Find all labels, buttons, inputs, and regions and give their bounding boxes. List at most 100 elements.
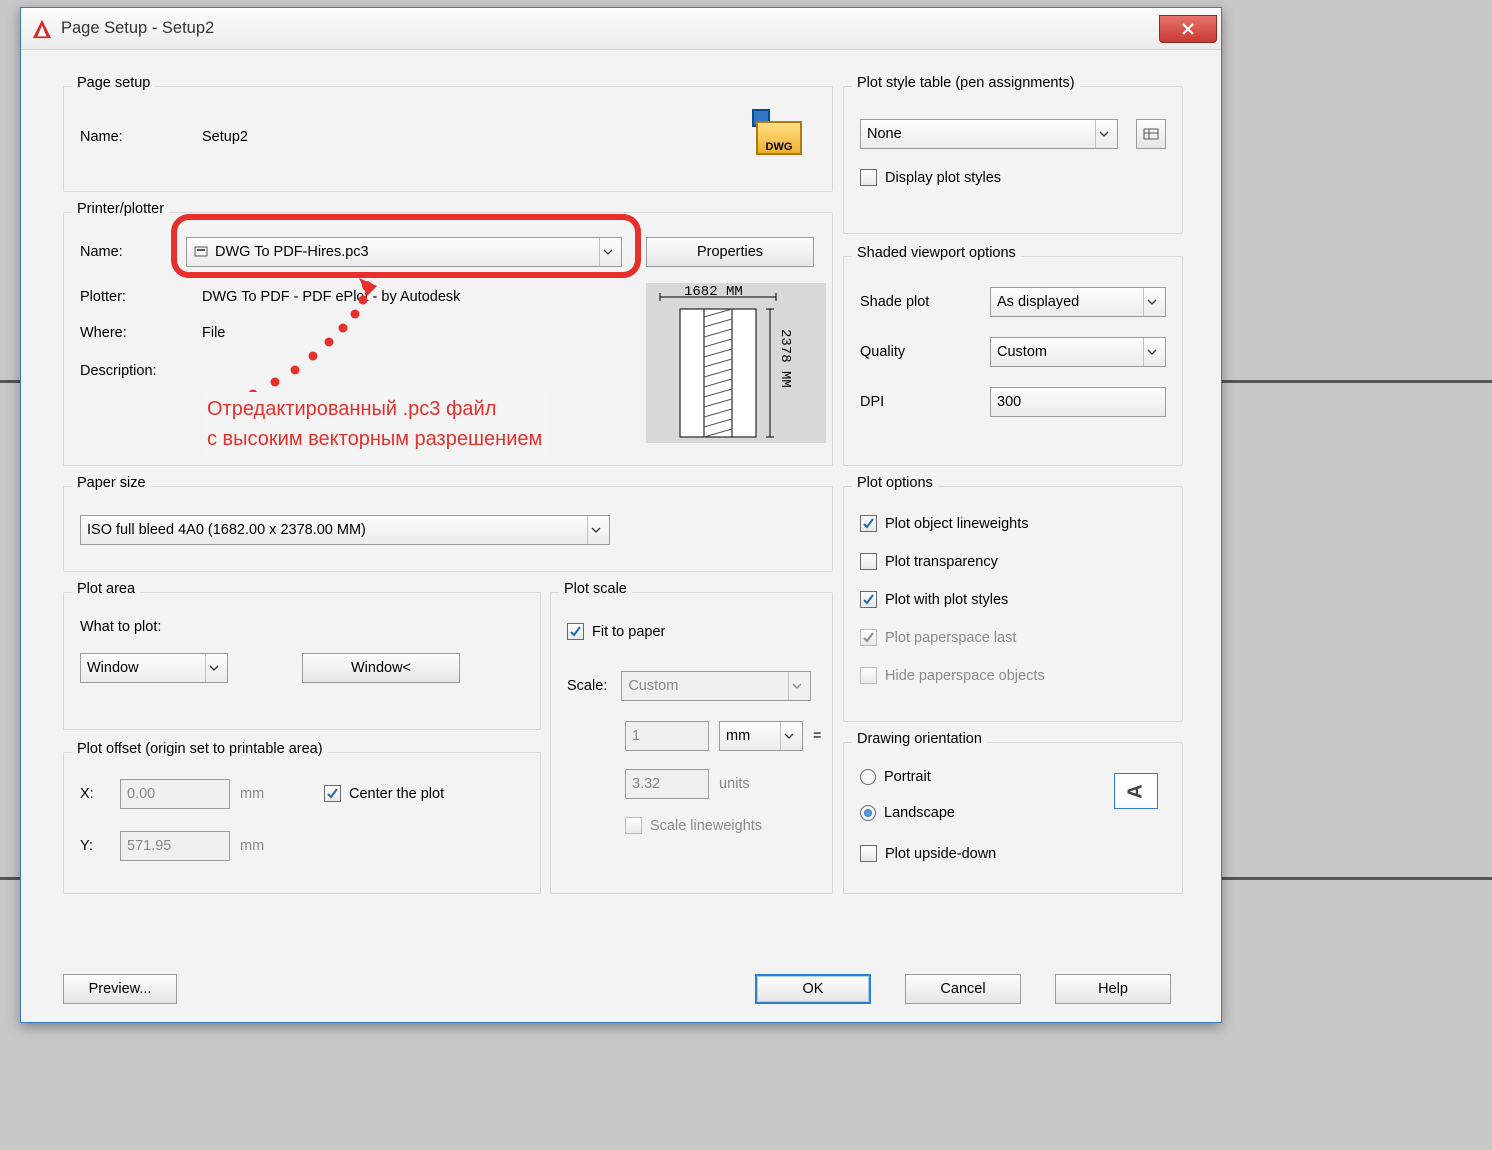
landscape-radio[interactable]: Landscape — [860, 805, 955, 821]
paper-preview: 1682 MM 2378 MM — [646, 283, 826, 443]
plot-with-styles-checkbox[interactable]: Plot with plot styles — [860, 591, 1008, 608]
ok-button[interactable]: OK — [755, 974, 871, 1004]
legend-plot-offset: Plot offset (origin set to printable are… — [72, 741, 328, 757]
what-to-plot-combo[interactable]: Window — [80, 653, 228, 683]
scale-lineweights-checkbox[interactable]: Scale lineweights — [625, 817, 762, 834]
close-button[interactable] — [1159, 15, 1217, 43]
legend-paper-size: Paper size — [72, 475, 151, 491]
dpi-label: DPI — [860, 394, 980, 410]
legend-plot-style: Plot style table (pen assignments) — [852, 75, 1080, 91]
plot-transparency-checkbox[interactable]: Plot transparency — [860, 553, 998, 570]
window-pick-button[interactable]: Window< — [302, 653, 460, 683]
scale-unit-combo[interactable]: mm — [719, 721, 803, 751]
edit-plot-style-button[interactable] — [1136, 119, 1166, 149]
upside-down-checkbox[interactable]: Plot upside-down — [860, 845, 996, 862]
legend-page-setup: Page setup — [72, 75, 155, 91]
plot-paperspace-last-checkbox: Plot paperspace last — [860, 629, 1016, 646]
group-plot-scale: Plot scale Fit to paper Scale: Custom 1 … — [550, 592, 833, 894]
group-plot-options: Plot options Plot object lineweights Plo… — [843, 486, 1183, 722]
scale-denominator-input[interactable]: 3.32 — [625, 769, 709, 799]
printer-name-value: DWG To PDF-Hires.pc3 — [215, 244, 369, 260]
window-title: Page Setup - Setup2 — [61, 19, 214, 38]
page-setup-name-value: Setup2 — [202, 129, 248, 145]
group-drawing-orientation: Drawing orientation Portrait Landscape P… — [843, 742, 1183, 894]
legend-orientation: Drawing orientation — [852, 731, 987, 747]
cancel-button[interactable]: Cancel — [905, 974, 1021, 1004]
group-page-setup: Page setup Name: Setup2 DWG — [63, 86, 833, 192]
paper-width-label: 1682 MM — [684, 284, 743, 300]
portrait-radio[interactable]: Portrait — [860, 769, 931, 785]
shade-plot-label: Shade plot — [860, 294, 980, 310]
caret-down-icon — [603, 249, 613, 255]
paper-height-label: 2378 MM — [777, 329, 793, 388]
page-setup-name-label: Name: — [80, 129, 192, 145]
display-plot-styles-checkbox[interactable]: Display plot styles — [860, 169, 1001, 186]
app-icon — [31, 18, 53, 40]
paper-size-value: ISO full bleed 4A0 (1682.00 x 2378.00 MM… — [87, 522, 366, 538]
legend-plot-scale: Plot scale — [559, 581, 632, 597]
quality-value: Custom — [997, 344, 1047, 360]
display-plot-styles-label: Display plot styles — [885, 170, 1001, 186]
printer-name-combo[interactable]: DWG To PDF-Hires.pc3 — [186, 237, 622, 267]
caret-down-icon — [784, 733, 794, 739]
offset-x-input[interactable]: 0.00 — [120, 779, 230, 809]
legend-shaded-viewport: Shaded viewport options — [852, 245, 1021, 261]
dpi-input[interactable]: 300 — [990, 387, 1166, 417]
preview-button[interactable]: Preview... — [63, 974, 177, 1004]
scale-label: Scale: — [567, 678, 607, 694]
caret-down-icon — [209, 665, 219, 671]
scale-denominator-unit: units — [719, 776, 750, 792]
legend-plot-area: Plot area — [72, 581, 140, 597]
plotter-icon — [193, 244, 209, 260]
plot-style-value: None — [867, 126, 902, 142]
group-paper-size: Paper size ISO full bleed 4A0 (1682.00 x… — [63, 486, 833, 572]
table-icon — [1143, 126, 1159, 142]
fit-to-paper-checkbox[interactable]: Fit to paper — [567, 623, 665, 640]
where-label: Where: — [80, 325, 192, 341]
portrait-label: Portrait — [884, 769, 931, 785]
shade-plot-value: As displayed — [997, 294, 1079, 310]
plot-style-combo[interactable]: None — [860, 119, 1118, 149]
group-plot-offset: Plot offset (origin set to printable are… — [63, 752, 541, 894]
what-to-plot-label: What to plot: — [80, 619, 161, 635]
help-button[interactable]: Help — [1055, 974, 1171, 1004]
where-value: File — [202, 325, 225, 341]
close-icon — [1180, 21, 1196, 37]
scale-equals: = — [813, 728, 821, 744]
plotter-label: Plotter: — [80, 289, 192, 305]
scale-unit-value: mm — [726, 728, 750, 744]
plot-lineweights-checkbox[interactable]: Plot object lineweights — [860, 515, 1028, 532]
quality-label: Quality — [860, 344, 980, 360]
center-the-plot-label: Center the plot — [349, 786, 444, 802]
properties-button[interactable]: Properties — [646, 237, 814, 267]
plotter-value: DWG To PDF - PDF ePlot - by Autodesk — [202, 289, 460, 305]
shade-plot-combo[interactable]: As displayed — [990, 287, 1166, 317]
dwg-icon: DWG — [756, 113, 802, 159]
annotation-text: Отредактированный .pc3 файл с высоким ве… — [203, 392, 546, 456]
offset-y-unit: mm — [240, 838, 264, 854]
orientation-icon: A — [1114, 773, 1158, 809]
group-plot-style-table: Plot style table (pen assignments) None … — [843, 86, 1183, 234]
caret-down-icon — [1147, 349, 1157, 355]
quality-combo[interactable]: Custom — [990, 337, 1166, 367]
plot-with-styles-label: Plot with plot styles — [885, 592, 1008, 608]
hide-paperspace-label: Hide paperspace objects — [885, 668, 1045, 684]
group-plot-area: Plot area What to plot: Window Window< — [63, 592, 541, 730]
center-the-plot-checkbox[interactable]: Center the plot — [324, 785, 444, 802]
scale-combo[interactable]: Custom — [621, 671, 811, 701]
offset-y-label: Y: — [80, 838, 110, 854]
legend-plot-options: Plot options — [852, 475, 938, 491]
scale-value: Custom — [628, 678, 678, 694]
paper-size-combo[interactable]: ISO full bleed 4A0 (1682.00 x 2378.00 MM… — [80, 515, 610, 545]
caret-down-icon — [1147, 299, 1157, 305]
scale-numerator-input[interactable]: 1 — [625, 721, 709, 751]
printer-name-label: Name: — [80, 244, 176, 260]
offset-y-input[interactable]: 571.95 — [120, 831, 230, 861]
legend-printer-plotter: Printer/plotter — [72, 201, 169, 217]
group-shaded-viewport: Shaded viewport options Shade plot As di… — [843, 256, 1183, 466]
offset-x-unit: mm — [240, 786, 264, 802]
fit-to-paper-label: Fit to paper — [592, 624, 665, 640]
titlebar: Page Setup - Setup2 — [21, 8, 1221, 50]
description-label: Description: — [80, 363, 192, 379]
caret-down-icon — [792, 683, 802, 689]
